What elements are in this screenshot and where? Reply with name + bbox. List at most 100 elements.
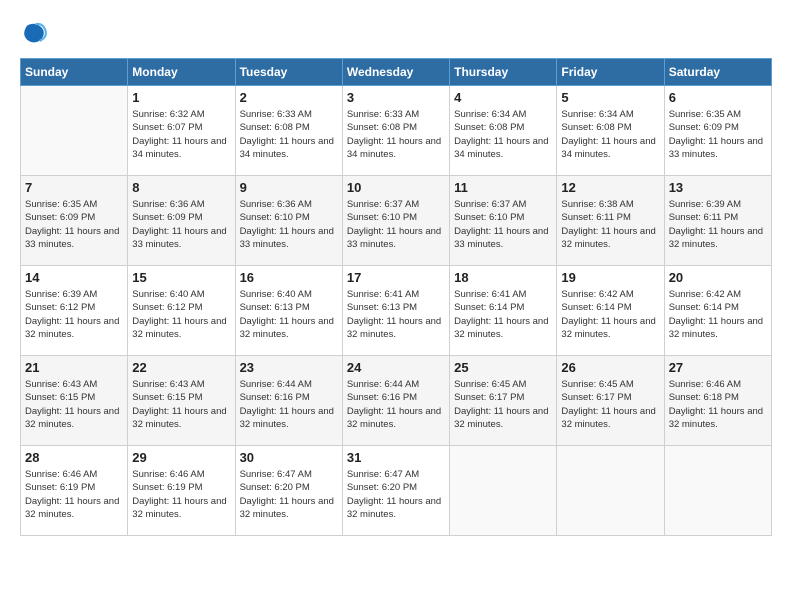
day-number: 18 — [454, 270, 552, 285]
header-day-friday: Friday — [557, 59, 664, 86]
day-info: Sunrise: 6:39 AMSunset: 6:11 PMDaylight:… — [669, 198, 767, 251]
calendar-cell: 2 Sunrise: 6:33 AMSunset: 6:08 PMDayligh… — [235, 86, 342, 176]
week-row-5: 28 Sunrise: 6:46 AMSunset: 6:19 PMDaylig… — [21, 446, 772, 536]
logo-icon — [20, 20, 48, 48]
header-day-sunday: Sunday — [21, 59, 128, 86]
day-number: 5 — [561, 90, 659, 105]
calendar-cell: 21 Sunrise: 6:43 AMSunset: 6:15 PMDaylig… — [21, 356, 128, 446]
day-info: Sunrise: 6:43 AMSunset: 6:15 PMDaylight:… — [132, 378, 230, 431]
day-number: 27 — [669, 360, 767, 375]
day-info: Sunrise: 6:34 AMSunset: 6:08 PMDaylight:… — [561, 108, 659, 161]
day-info: Sunrise: 6:35 AMSunset: 6:09 PMDaylight:… — [669, 108, 767, 161]
calendar-cell: 30 Sunrise: 6:47 AMSunset: 6:20 PMDaylig… — [235, 446, 342, 536]
day-info: Sunrise: 6:42 AMSunset: 6:14 PMDaylight:… — [561, 288, 659, 341]
day-info: Sunrise: 6:42 AMSunset: 6:14 PMDaylight:… — [669, 288, 767, 341]
day-info: Sunrise: 6:34 AMSunset: 6:08 PMDaylight:… — [454, 108, 552, 161]
calendar-cell: 26 Sunrise: 6:45 AMSunset: 6:17 PMDaylig… — [557, 356, 664, 446]
calendar-cell: 18 Sunrise: 6:41 AMSunset: 6:14 PMDaylig… — [450, 266, 557, 356]
header-row: SundayMondayTuesdayWednesdayThursdayFrid… — [21, 59, 772, 86]
calendar-cell: 11 Sunrise: 6:37 AMSunset: 6:10 PMDaylig… — [450, 176, 557, 266]
day-number: 15 — [132, 270, 230, 285]
calendar-cell: 12 Sunrise: 6:38 AMSunset: 6:11 PMDaylig… — [557, 176, 664, 266]
day-number: 17 — [347, 270, 445, 285]
day-number: 22 — [132, 360, 230, 375]
calendar-cell: 5 Sunrise: 6:34 AMSunset: 6:08 PMDayligh… — [557, 86, 664, 176]
day-info: Sunrise: 6:46 AMSunset: 6:18 PMDaylight:… — [669, 378, 767, 431]
calendar-cell: 10 Sunrise: 6:37 AMSunset: 6:10 PMDaylig… — [342, 176, 449, 266]
week-row-3: 14 Sunrise: 6:39 AMSunset: 6:12 PMDaylig… — [21, 266, 772, 356]
day-number: 10 — [347, 180, 445, 195]
header-day-wednesday: Wednesday — [342, 59, 449, 86]
day-info: Sunrise: 6:43 AMSunset: 6:15 PMDaylight:… — [25, 378, 123, 431]
day-info: Sunrise: 6:41 AMSunset: 6:14 PMDaylight:… — [454, 288, 552, 341]
day-info: Sunrise: 6:40 AMSunset: 6:12 PMDaylight:… — [132, 288, 230, 341]
calendar-cell: 25 Sunrise: 6:45 AMSunset: 6:17 PMDaylig… — [450, 356, 557, 446]
day-info: Sunrise: 6:38 AMSunset: 6:11 PMDaylight:… — [561, 198, 659, 251]
day-number: 11 — [454, 180, 552, 195]
day-info: Sunrise: 6:47 AMSunset: 6:20 PMDaylight:… — [347, 468, 445, 521]
day-info: Sunrise: 6:35 AMSunset: 6:09 PMDaylight:… — [25, 198, 123, 251]
calendar-cell: 7 Sunrise: 6:35 AMSunset: 6:09 PMDayligh… — [21, 176, 128, 266]
calendar-cell: 14 Sunrise: 6:39 AMSunset: 6:12 PMDaylig… — [21, 266, 128, 356]
day-number: 7 — [25, 180, 123, 195]
week-row-1: 1 Sunrise: 6:32 AMSunset: 6:07 PMDayligh… — [21, 86, 772, 176]
day-info: Sunrise: 6:45 AMSunset: 6:17 PMDaylight:… — [454, 378, 552, 431]
header-day-monday: Monday — [128, 59, 235, 86]
calendar-table: SundayMondayTuesdayWednesdayThursdayFrid… — [20, 58, 772, 536]
day-number: 21 — [25, 360, 123, 375]
calendar-cell — [450, 446, 557, 536]
day-number: 31 — [347, 450, 445, 465]
day-number: 26 — [561, 360, 659, 375]
calendar-cell: 3 Sunrise: 6:33 AMSunset: 6:08 PMDayligh… — [342, 86, 449, 176]
calendar-cell: 1 Sunrise: 6:32 AMSunset: 6:07 PMDayligh… — [128, 86, 235, 176]
calendar-cell — [664, 446, 771, 536]
day-number: 1 — [132, 90, 230, 105]
calendar-cell: 6 Sunrise: 6:35 AMSunset: 6:09 PMDayligh… — [664, 86, 771, 176]
day-info: Sunrise: 6:33 AMSunset: 6:08 PMDaylight:… — [240, 108, 338, 161]
calendar-cell: 24 Sunrise: 6:44 AMSunset: 6:16 PMDaylig… — [342, 356, 449, 446]
calendar-cell: 23 Sunrise: 6:44 AMSunset: 6:16 PMDaylig… — [235, 356, 342, 446]
day-info: Sunrise: 6:44 AMSunset: 6:16 PMDaylight:… — [347, 378, 445, 431]
day-number: 9 — [240, 180, 338, 195]
calendar-cell: 29 Sunrise: 6:46 AMSunset: 6:19 PMDaylig… — [128, 446, 235, 536]
day-number: 4 — [454, 90, 552, 105]
day-info: Sunrise: 6:36 AMSunset: 6:09 PMDaylight:… — [132, 198, 230, 251]
header-day-saturday: Saturday — [664, 59, 771, 86]
calendar-cell: 15 Sunrise: 6:40 AMSunset: 6:12 PMDaylig… — [128, 266, 235, 356]
week-row-4: 21 Sunrise: 6:43 AMSunset: 6:15 PMDaylig… — [21, 356, 772, 446]
day-info: Sunrise: 6:36 AMSunset: 6:10 PMDaylight:… — [240, 198, 338, 251]
day-number: 12 — [561, 180, 659, 195]
day-info: Sunrise: 6:37 AMSunset: 6:10 PMDaylight:… — [347, 198, 445, 251]
day-info: Sunrise: 6:33 AMSunset: 6:08 PMDaylight:… — [347, 108, 445, 161]
day-number: 16 — [240, 270, 338, 285]
day-number: 14 — [25, 270, 123, 285]
day-info: Sunrise: 6:40 AMSunset: 6:13 PMDaylight:… — [240, 288, 338, 341]
day-number: 20 — [669, 270, 767, 285]
day-number: 28 — [25, 450, 123, 465]
day-number: 19 — [561, 270, 659, 285]
week-row-2: 7 Sunrise: 6:35 AMSunset: 6:09 PMDayligh… — [21, 176, 772, 266]
calendar-cell: 9 Sunrise: 6:36 AMSunset: 6:10 PMDayligh… — [235, 176, 342, 266]
header-day-tuesday: Tuesday — [235, 59, 342, 86]
calendar-cell: 20 Sunrise: 6:42 AMSunset: 6:14 PMDaylig… — [664, 266, 771, 356]
day-info: Sunrise: 6:46 AMSunset: 6:19 PMDaylight:… — [132, 468, 230, 521]
day-info: Sunrise: 6:39 AMSunset: 6:12 PMDaylight:… — [25, 288, 123, 341]
calendar-cell: 28 Sunrise: 6:46 AMSunset: 6:19 PMDaylig… — [21, 446, 128, 536]
calendar-cell — [557, 446, 664, 536]
calendar-cell: 8 Sunrise: 6:36 AMSunset: 6:09 PMDayligh… — [128, 176, 235, 266]
calendar-cell: 19 Sunrise: 6:42 AMSunset: 6:14 PMDaylig… — [557, 266, 664, 356]
day-number: 30 — [240, 450, 338, 465]
day-number: 25 — [454, 360, 552, 375]
calendar-cell: 13 Sunrise: 6:39 AMSunset: 6:11 PMDaylig… — [664, 176, 771, 266]
day-number: 2 — [240, 90, 338, 105]
calendar-cell: 16 Sunrise: 6:40 AMSunset: 6:13 PMDaylig… — [235, 266, 342, 356]
day-number: 13 — [669, 180, 767, 195]
logo — [20, 20, 52, 48]
calendar-cell: 4 Sunrise: 6:34 AMSunset: 6:08 PMDayligh… — [450, 86, 557, 176]
calendar-cell: 31 Sunrise: 6:47 AMSunset: 6:20 PMDaylig… — [342, 446, 449, 536]
calendar-cell: 17 Sunrise: 6:41 AMSunset: 6:13 PMDaylig… — [342, 266, 449, 356]
calendar-cell: 27 Sunrise: 6:46 AMSunset: 6:18 PMDaylig… — [664, 356, 771, 446]
day-info: Sunrise: 6:44 AMSunset: 6:16 PMDaylight:… — [240, 378, 338, 431]
day-number: 8 — [132, 180, 230, 195]
day-number: 24 — [347, 360, 445, 375]
